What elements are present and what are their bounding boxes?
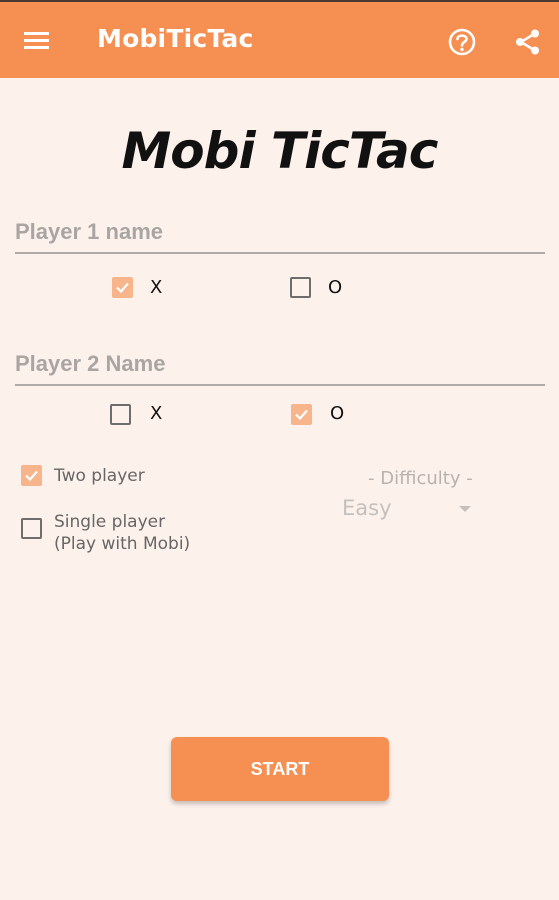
player1-name-input[interactable] xyxy=(15,212,545,254)
player1-o-checkbox[interactable] xyxy=(290,277,311,298)
difficulty-label: - Difficulty - xyxy=(368,468,473,489)
player2-o-checkbox[interactable] xyxy=(291,404,312,425)
player2-x-checkbox[interactable] xyxy=(110,404,131,425)
app-bar: MobiTicTac xyxy=(0,0,559,78)
dropdown-arrow-icon xyxy=(459,506,471,512)
difficulty-value: Easy xyxy=(342,496,392,520)
app-title: MobiTicTac xyxy=(97,24,254,53)
two-player-checkbox[interactable] xyxy=(21,465,42,486)
help-circle-icon[interactable] xyxy=(446,26,478,58)
difficulty-dropdown[interactable]: Easy xyxy=(342,496,474,526)
hamburger-menu-icon[interactable] xyxy=(22,26,52,56)
single-player-label: Single player (Play with Mobi) xyxy=(54,512,191,554)
player2-o-label: O xyxy=(330,403,345,424)
page-title: Mobi TicTac xyxy=(121,122,439,180)
player2-name-input[interactable] xyxy=(15,344,545,386)
single-player-checkbox[interactable] xyxy=(21,518,42,539)
player2-x-label: X xyxy=(150,403,163,424)
player1-x-checkbox[interactable] xyxy=(112,277,133,298)
player1-o-label: O xyxy=(328,277,343,298)
player1-x-label: X xyxy=(150,277,163,298)
two-player-label: Two player xyxy=(54,466,145,486)
start-button[interactable]: START xyxy=(171,737,389,801)
share-icon[interactable] xyxy=(512,26,544,58)
